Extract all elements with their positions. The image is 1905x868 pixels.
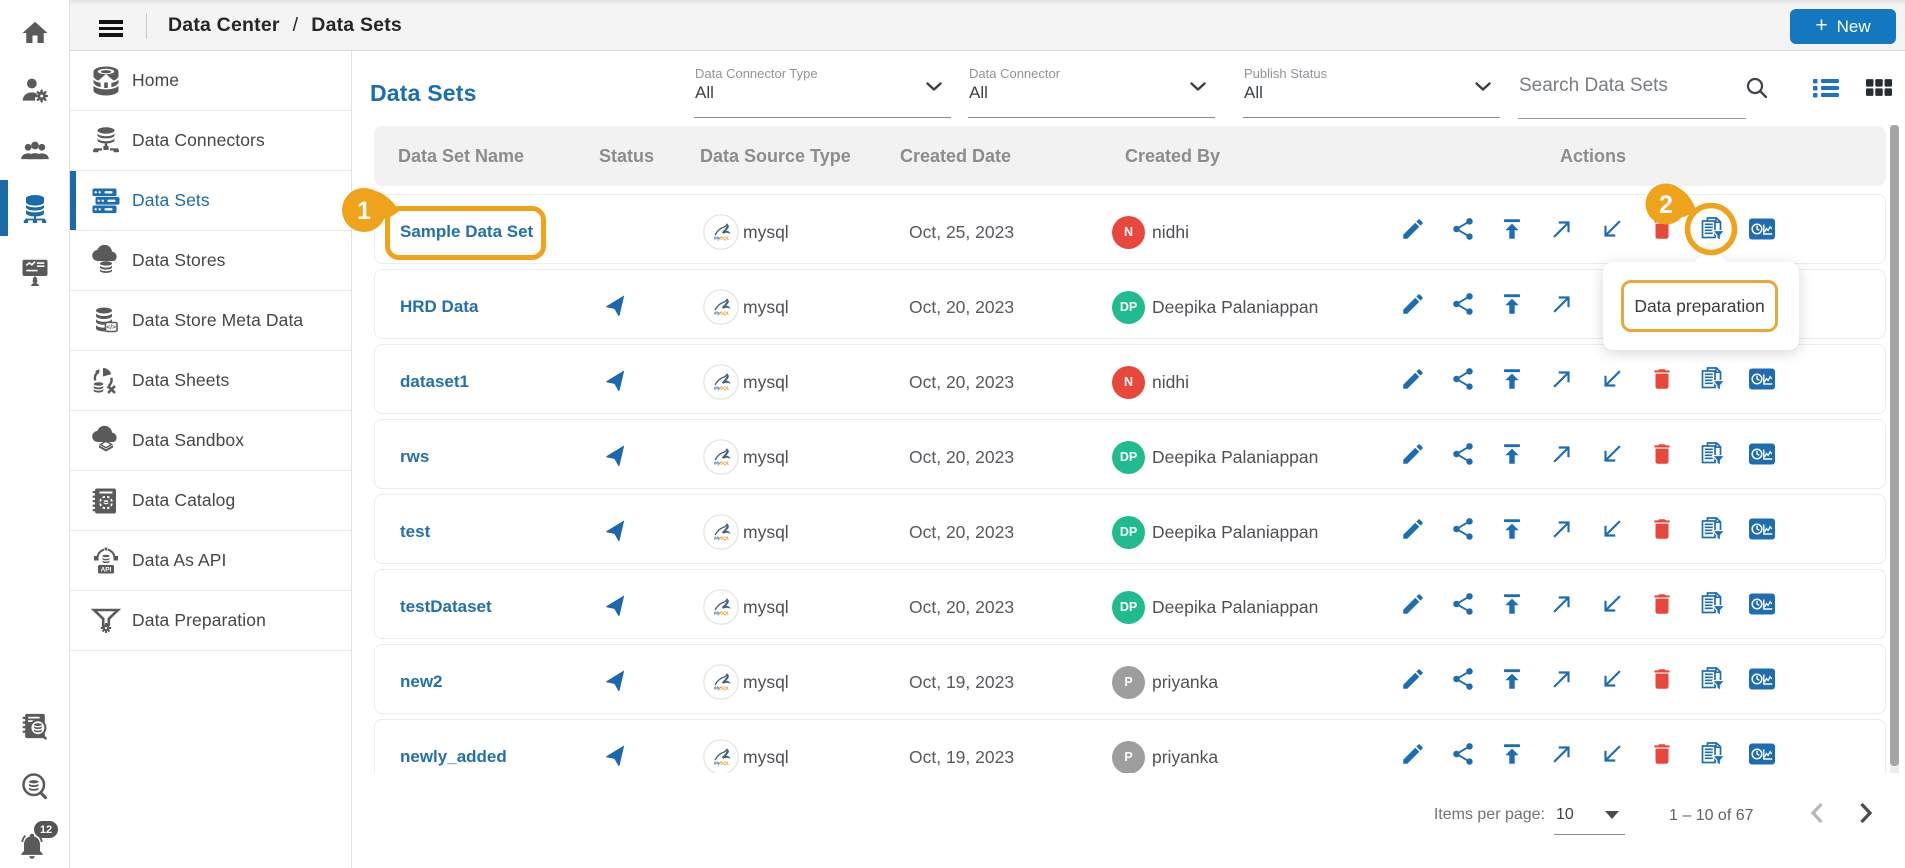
svg-text:1: 1: [357, 197, 371, 225]
svg-text:API: API: [101, 566, 112, 573]
svg-text:2: 2: [1659, 191, 1673, 219]
svg-text:</>: </>: [106, 324, 116, 331]
